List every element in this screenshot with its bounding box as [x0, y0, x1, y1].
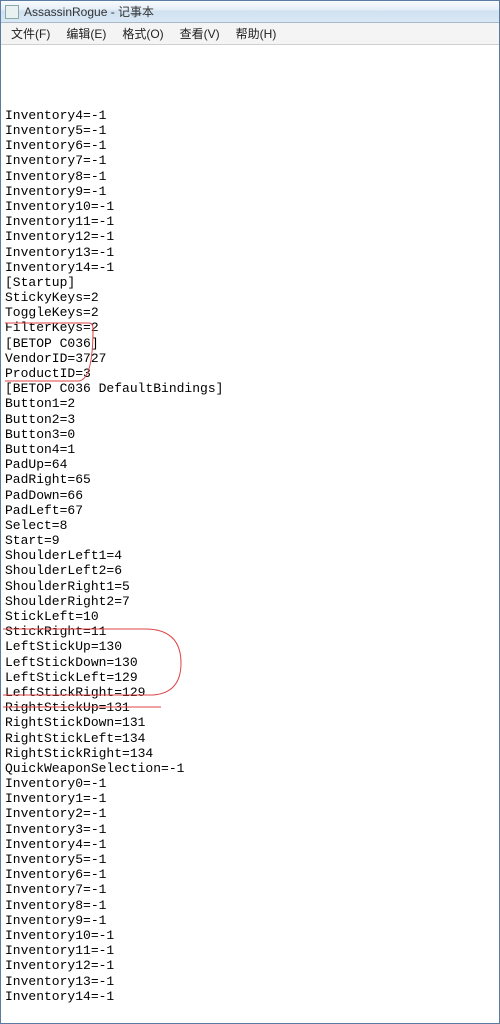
text-line: Inventory13=-1 [5, 245, 495, 260]
text-line: Inventory10=-1 [5, 928, 495, 943]
text-line: ProductID=3 [5, 366, 495, 381]
text-line: StickRight=11 [5, 624, 495, 639]
menu-edit[interactable]: 编辑(E) [58, 23, 114, 44]
notepad-window: AssassinRogue - 记事本 文件(F) 编辑(E) 格式(O) 查看… [0, 0, 500, 1024]
text-line: Start=9 [5, 533, 495, 548]
text-line: Inventory8=-1 [5, 169, 495, 184]
text-line: VendorID=3727 [5, 351, 495, 366]
text-line: [BETOP C036] [5, 336, 495, 351]
text-line: RightStickLeft=134 [5, 731, 495, 746]
text-line: ShoulderRight1=5 [5, 579, 495, 594]
menu-file[interactable]: 文件(F) [3, 23, 58, 44]
text-line: Inventory6=-1 [5, 138, 495, 153]
text-line: FilterKeys=2 [5, 320, 495, 335]
text-line: RightStickUp=131 [5, 700, 495, 715]
text-line: [Startup] [5, 275, 495, 290]
text-line: LeftStickDown=130 [5, 655, 495, 670]
text-line: [BETOP C036 DefaultBindings] [5, 381, 495, 396]
menu-view[interactable]: 查看(V) [172, 23, 228, 44]
text-line: ShoulderLeft2=6 [5, 563, 495, 578]
text-line: PadRight=65 [5, 472, 495, 487]
title-bar[interactable]: AssassinRogue - 记事本 [1, 1, 499, 23]
text-line: RightStickDown=131 [5, 715, 495, 730]
text-line: QuickWeaponSelection=-1 [5, 761, 495, 776]
text-line: StickyKeys=2 [5, 290, 495, 305]
text-line: PadLeft=67 [5, 503, 495, 518]
text-line: Inventory7=-1 [5, 882, 495, 897]
text-line: Inventory5=-1 [5, 852, 495, 867]
text-line: Inventory8=-1 [5, 898, 495, 913]
text-line: LeftStickLeft=129 [5, 670, 495, 685]
text-line: Inventory12=-1 [5, 229, 495, 244]
text-line: Inventory0=-1 [5, 776, 495, 791]
text-line: Inventory4=-1 [5, 108, 495, 123]
text-line: Inventory1=-1 [5, 791, 495, 806]
text-line: Inventory11=-1 [5, 943, 495, 958]
text-line: Inventory14=-1 [5, 260, 495, 275]
text-line: Inventory6=-1 [5, 867, 495, 882]
menu-format[interactable]: 格式(O) [114, 23, 171, 44]
text-line: Inventory7=-1 [5, 153, 495, 168]
text-line: Inventory14=-1 [5, 989, 495, 1004]
text-line: ShoulderLeft1=4 [5, 548, 495, 563]
menu-help[interactable]: 帮助(H) [228, 23, 285, 44]
text-line [5, 1004, 495, 1019]
text-line: PadDown=66 [5, 488, 495, 503]
window-title: AssassinRogue - 记事本 [24, 3, 154, 20]
text-line: Inventory13=-1 [5, 974, 495, 989]
text-line: Button3=0 [5, 427, 495, 442]
text-line: StickLeft=10 [5, 609, 495, 624]
text-line: PadUp=64 [5, 457, 495, 472]
text-line: Inventory2=-1 [5, 806, 495, 821]
text-line: Inventory4=-1 [5, 837, 495, 852]
text-line: Button2=3 [5, 412, 495, 427]
notepad-icon [5, 5, 19, 19]
text-line: ToggleKeys=2 [5, 305, 495, 320]
text-area[interactable]: Inventory4=-1Inventory5=-1Inventory6=-1I… [1, 45, 499, 1023]
text-line: LeftStickUp=130 [5, 639, 495, 654]
text-line: LeftStickRight=129 [5, 685, 495, 700]
text-line: Inventory5=-1 [5, 123, 495, 138]
text-line: Inventory9=-1 [5, 184, 495, 199]
menu-bar: 文件(F) 编辑(E) 格式(O) 查看(V) 帮助(H) [1, 23, 499, 45]
text-line: Select=8 [5, 518, 495, 533]
text-line: Inventory10=-1 [5, 199, 495, 214]
text-line: Button1=2 [5, 396, 495, 411]
text-line: ShoulderRight2=7 [5, 594, 495, 609]
text-line: RightStickRight=134 [5, 746, 495, 761]
text-line: Inventory9=-1 [5, 913, 495, 928]
text-line: Inventory12=-1 [5, 958, 495, 973]
text-line: Inventory11=-1 [5, 214, 495, 229]
text-line: Inventory3=-1 [5, 822, 495, 837]
text-line: Button4=1 [5, 442, 495, 457]
